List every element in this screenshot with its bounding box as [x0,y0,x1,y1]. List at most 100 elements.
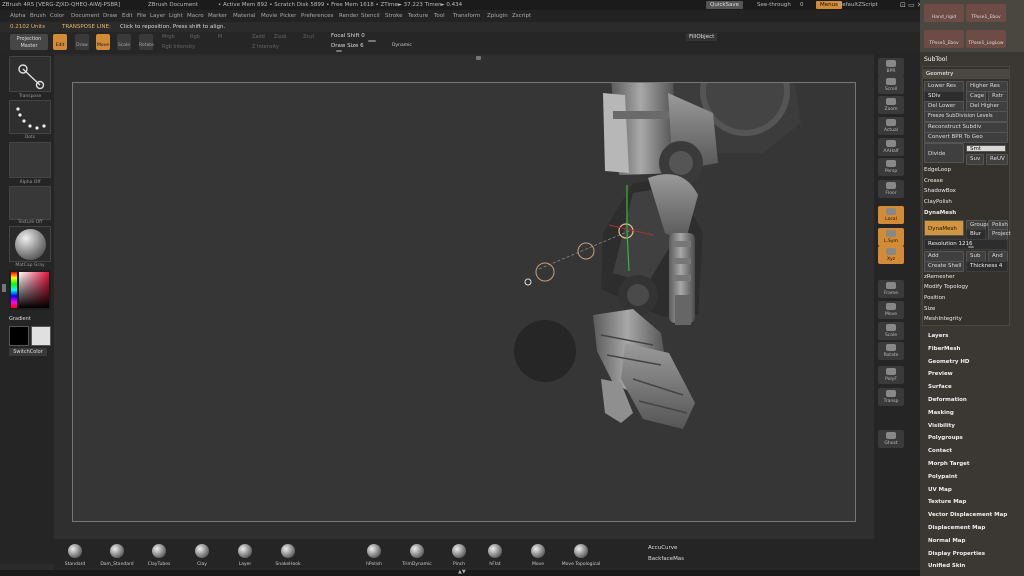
menu-movie[interactable]: Movie [261,10,277,22]
projection-master-button[interactable]: Projection Master [10,34,48,50]
left-tray-handle[interactable] [2,284,6,292]
alpha-slot[interactable] [9,142,51,178]
stroke-dots-icon[interactable] [9,100,51,134]
tool-menu-morph-target[interactable]: Morph Target [928,461,970,467]
brush-hpolish[interactable]: hPolish [354,544,394,567]
brush-snakehook[interactable]: SnakeHook [268,544,308,567]
secondary-color-swatch[interactable] [31,326,51,346]
zsub-button[interactable]: Zsub [274,34,286,40]
shelf-scroll-button[interactable]: Scroll [878,76,904,94]
seethrough-label[interactable]: See-through [757,0,791,10]
shelf-floor-button[interactable]: Floor [878,180,904,198]
brush-standard[interactable]: Standard [55,544,95,567]
subtool-tile-1[interactable]: Hand_rigid [924,4,964,22]
focal-shift-slider[interactable]: Focal Shift 0 [331,33,365,39]
fill-object-button[interactable]: FillObject [686,33,718,41]
meshintegrity-subpalette[interactable]: MeshIntegrity [924,316,962,322]
freeze-subdiv-button[interactable]: Freeze SubDivision Levels [924,111,1008,122]
draw-size-slider[interactable]: Draw Size 6 [331,43,364,49]
brush-move[interactable]: Move [518,544,558,567]
shelf-zoom-button[interactable]: Zoom [878,96,904,114]
crease-subpalette[interactable]: Crease [924,178,943,184]
tool-menu-display-properties[interactable]: Display Properties [928,551,985,557]
menu-render[interactable]: Render [339,10,359,22]
menu-file[interactable]: File [137,10,146,22]
geometry-header[interactable]: Geometry [922,69,1010,79]
menu-zscript[interactable]: Zscript [512,10,531,22]
tool-menu-layers[interactable]: Layers [928,333,948,339]
menu-stencil[interactable]: Stencil [361,10,380,22]
shelf-scale-button[interactable]: Scale [878,322,904,340]
resolution-slider[interactable]: Resolution 1216 [924,239,1008,250]
tool-menu-visibility[interactable]: Visibility [928,423,955,429]
switch-color-button[interactable]: SwitchColor [9,348,47,356]
menu-draw[interactable]: Draw [103,10,117,22]
brush-dam-standard[interactable]: Dam_Standard [97,544,137,567]
canvas-scroll-indicator[interactable] [476,56,481,60]
move-button[interactable]: Move [96,34,110,50]
m-button[interactable]: M [218,34,222,40]
default-zscript[interactable]: DefaultZScript [838,0,878,10]
bottom-tray-arrow-icon[interactable]: ▲▼ [458,569,466,575]
dynamic-toggle[interactable]: Dynamic [392,43,412,48]
z-intensity-slider[interactable]: Z Intensity [252,44,279,50]
thickness-slider[interactable]: Thickness 4 [966,261,1008,272]
menu-light[interactable]: Light [169,10,183,22]
texture-slot[interactable] [9,186,51,220]
rgb-button[interactable]: Rgb [190,34,200,40]
tool-menu-fibermesh[interactable]: FiberMesh [928,346,960,352]
dynamesh-header[interactable]: DynaMesh [924,210,956,216]
menu-color[interactable]: Color [50,10,64,22]
subtool-header[interactable]: SubTool [924,56,947,63]
menu-macro[interactable]: Macro [187,10,204,22]
subtool-tile-4[interactable]: TPose1_LegLow [966,30,1006,48]
material-slot[interactable] [9,226,51,262]
tool-menu-contact[interactable]: Contact [928,448,952,454]
menu-material[interactable]: Material [233,10,255,22]
menu-stroke[interactable]: Stroke [385,10,403,22]
brush-pinch[interactable]: Pinch [439,544,479,567]
size-subpalette[interactable]: Size [924,306,935,312]
mrgb-button[interactable]: Mrgb [162,34,175,40]
tool-menu-texture-map[interactable]: Texture Map [928,499,966,505]
tool-menu-preview[interactable]: Preview [928,371,953,377]
shelf-bpr-button[interactable]: BPR [878,58,904,76]
saturation-box[interactable] [19,272,49,308]
convert-bpr-button[interactable]: Convert BPR To Geo [924,132,1008,143]
position-subpalette[interactable]: Position [924,295,945,301]
brush-trimdynamic[interactable]: TrimDynamic [397,544,437,567]
subtool-tile-3[interactable]: TPose1_Ebov [924,30,964,48]
brush-hflat[interactable]: hFlat [475,544,515,567]
focal-shift-thumb[interactable] [368,40,376,42]
menu-transform[interactable]: Transform [453,10,480,22]
menu-picker[interactable]: Picker [280,10,296,22]
claypolish-subpalette[interactable]: ClayPolish [924,199,952,205]
menu-edit[interactable]: Edit [122,10,133,22]
shelf-ghost-button[interactable]: Ghost [878,430,904,448]
accucurve-toggle[interactable]: AccuCurve [648,545,677,551]
reuv-button[interactable]: ReUV [986,154,1008,165]
tool-menu-unified-skin[interactable]: Unified Skin [928,563,965,569]
rgb-intensity-slider[interactable]: Rgb Intensity [162,44,195,50]
shelf-lsym-button[interactable]: L.Sym [878,228,904,246]
resolution-thumb[interactable] [968,246,974,248]
shelf-persp-button[interactable]: Persp [878,158,904,176]
divide-button[interactable]: Divide [924,143,964,163]
brush-claytubes[interactable]: ClayTubes [139,544,179,567]
tool-menu-geometry-hd[interactable]: Geometry HD [928,359,970,365]
menu-brush[interactable]: Brush [30,10,46,22]
menu-zplugin[interactable]: Zplugin [487,10,508,22]
subtool-tile-2[interactable]: TPose1_Ebov [966,4,1006,22]
tool-menu-uv-map[interactable]: UV Map [928,487,952,493]
hue-strip[interactable] [11,272,17,308]
zadd-button[interactable]: Zadd [252,34,265,40]
menu-marker[interactable]: Marker [208,10,227,22]
tool-menu-displacement-map[interactable]: Displacement Map [928,525,985,531]
tool-menu-deformation[interactable]: Deformation [928,397,967,403]
shelf-rotate-button[interactable]: Rotate [878,342,904,360]
shelf-actual-button[interactable]: Actual [878,117,904,135]
draw-button[interactable]: Draw [75,34,89,50]
create-shell-button[interactable]: Create Shell [924,261,964,272]
shelf-transp-button[interactable]: Transp [878,388,904,406]
shelf-frame-button[interactable]: Frame [878,280,904,298]
